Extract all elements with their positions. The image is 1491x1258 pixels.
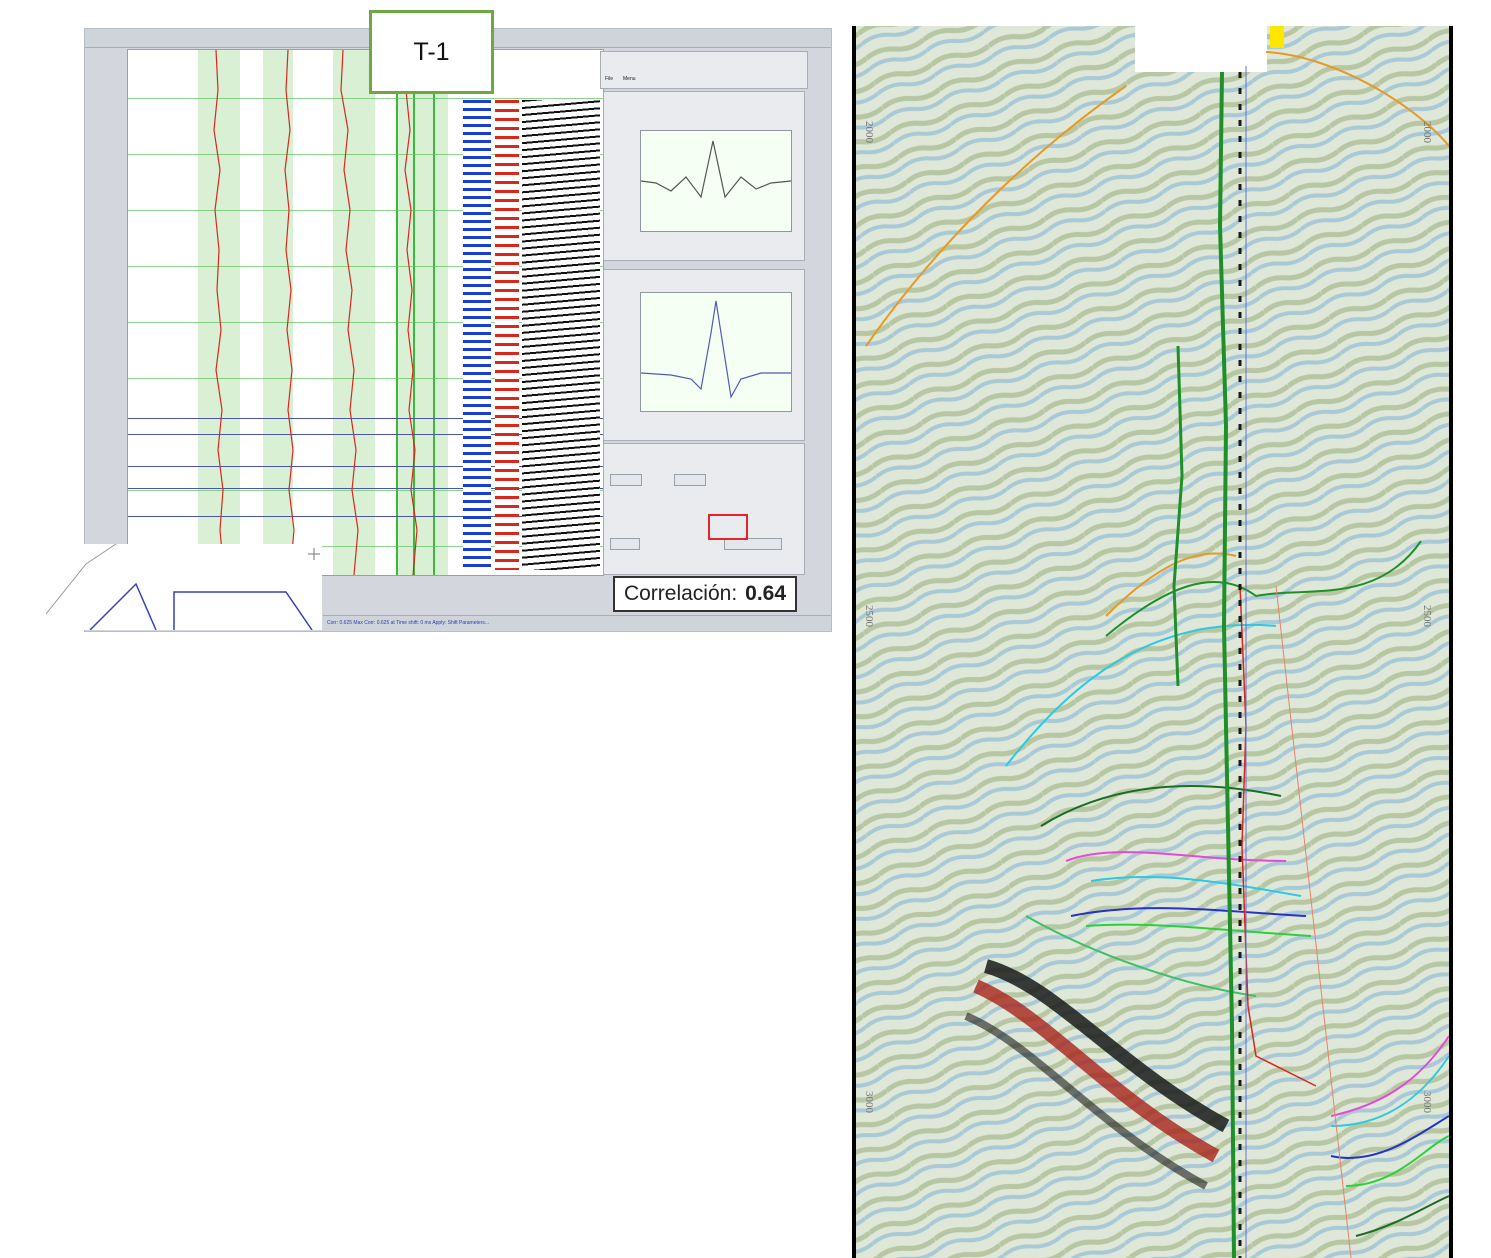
- wavelet-plot: [640, 292, 792, 412]
- log-tracks: [127, 49, 604, 576]
- wavelet-panel: [603, 269, 805, 441]
- seismic-traces: [522, 100, 600, 570]
- correlation-label: Correlación:: [623, 582, 738, 605]
- well-label: T-1: [413, 37, 450, 66]
- correlation-value: 0.64: [745, 582, 787, 605]
- depth-label-left-2000: 2000: [863, 121, 875, 143]
- seismic-image: [856, 26, 1449, 1258]
- depth-label-left-3000: 3000: [863, 1091, 875, 1113]
- correlation-settings-panel: [603, 443, 805, 575]
- end-field[interactable]: [674, 474, 706, 486]
- status-bar: Corr: 0.625 Max Corr: 0.625 at Time shif…: [323, 615, 831, 630]
- depth-label-right-2500: 2500: [1421, 605, 1433, 627]
- menu-file[interactable]: File: [605, 76, 613, 82]
- location-map-inset: [46, 544, 322, 630]
- highlight-box: [708, 514, 748, 540]
- well-label-box: T-1: [369, 10, 494, 94]
- correlation-box: Correlación: 0.64: [613, 576, 797, 612]
- draw-button[interactable]: [610, 538, 640, 550]
- synthetic-traces-red: [495, 100, 519, 570]
- seismic-section: 2000 2500 3000 2000 2500 3000: [852, 26, 1453, 1258]
- cross-correlation-panel: [603, 91, 805, 261]
- depth-label-right-2000: 2000: [1421, 121, 1433, 143]
- window-titlebar: File Menu: [600, 51, 808, 89]
- well-tie-screenshot: File Menu Corr: 0.625 Max Corr: 0.625 at…: [84, 28, 832, 632]
- cross-correlation-plot: [640, 130, 792, 232]
- depth-label-right-3000: 3000: [1421, 1091, 1433, 1113]
- synthetic-traces-blue: [463, 100, 491, 570]
- start-field[interactable]: [610, 474, 642, 486]
- yellow-marker: [1270, 26, 1284, 48]
- menu-menu[interactable]: Menu: [623, 76, 636, 82]
- depth-label-left-2500: 2500: [863, 605, 875, 627]
